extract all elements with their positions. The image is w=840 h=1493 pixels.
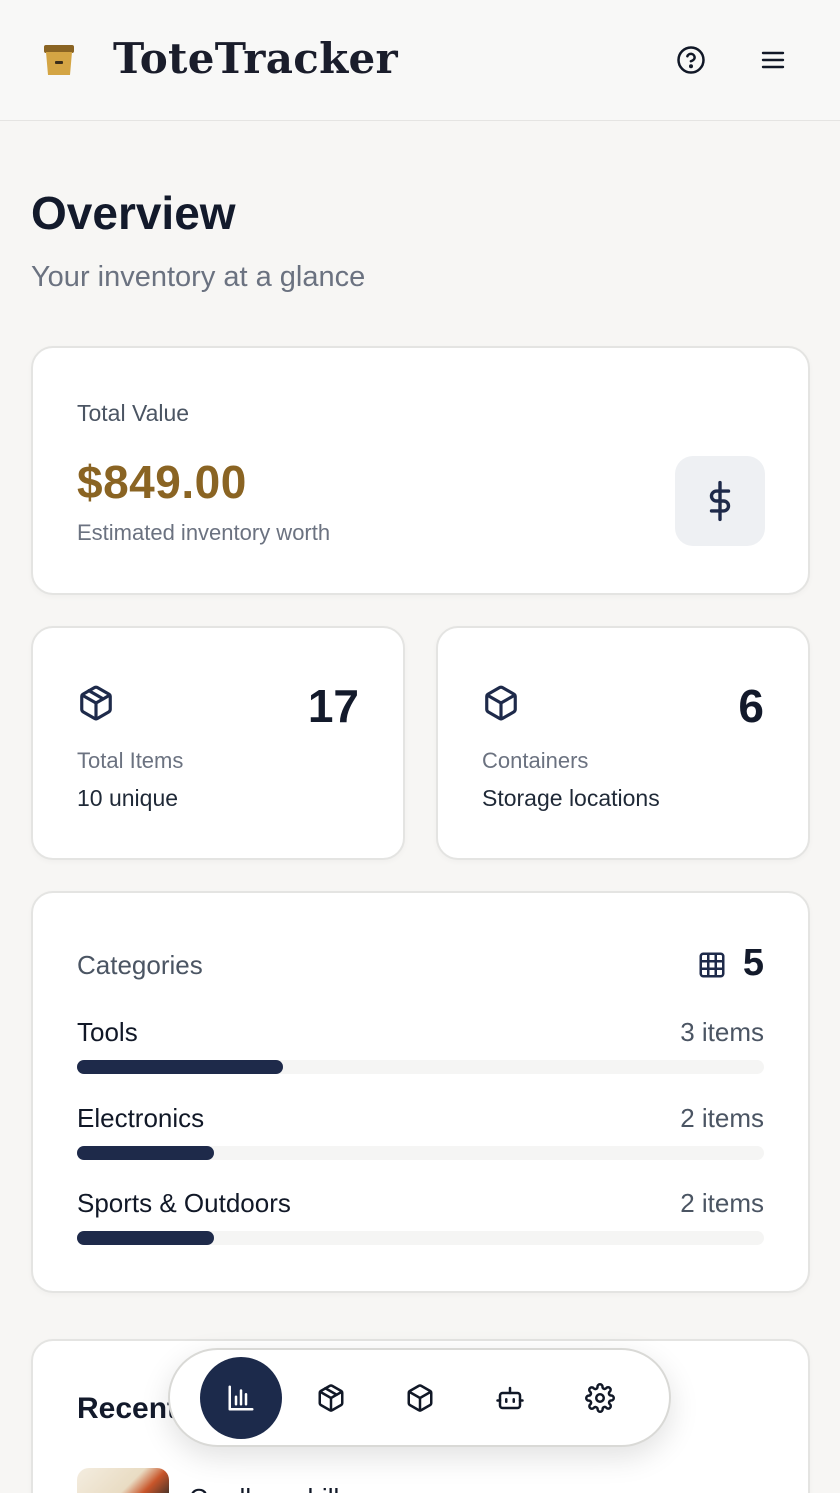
help-button[interactable] [673, 42, 709, 78]
page-subtitle: Your inventory at a glance [31, 261, 366, 293]
category-qty: 2 items [680, 1188, 764, 1218]
app-header: ToteTracker [0, 0, 840, 121]
menu-button[interactable] [755, 42, 791, 78]
settings-gear-icon [585, 1383, 615, 1413]
category-bar-fill [77, 1231, 215, 1245]
total-value-card: Total Value $849.00 Estimated inventory … [31, 346, 810, 595]
hamburger-menu-icon [761, 51, 785, 69]
category-row-electronics[interactable]: Electronics 2 items [77, 1103, 764, 1160]
category-name: Electronics [77, 1103, 205, 1133]
containers-label: Containers [482, 748, 589, 773]
total-value-amount: $849.00 [77, 456, 247, 508]
grid-icon [699, 952, 725, 978]
robot-icon [496, 1386, 524, 1410]
total-value-note: Estimated inventory worth [77, 520, 331, 545]
total-items-count: 17 [307, 680, 359, 732]
containers-sub: Storage locations [482, 785, 660, 811]
recent-title: Recent [77, 1392, 178, 1425]
package-icon [318, 1384, 344, 1412]
category-bar-track [77, 1146, 764, 1160]
nav-assistant[interactable] [469, 1357, 551, 1439]
help-circle-icon [677, 46, 705, 74]
box-icon [485, 685, 517, 721]
tote-box-icon [44, 45, 74, 75]
categories-title: Categories [77, 950, 203, 980]
bottom-nav [168, 1348, 671, 1447]
bar-chart-icon [228, 1385, 254, 1411]
dollar-icon [709, 480, 731, 522]
category-bar-fill [77, 1146, 215, 1160]
nav-overview[interactable] [200, 1357, 282, 1439]
package-icon [80, 685, 112, 721]
containers-card[interactable]: 6 Containers Storage locations [436, 626, 810, 860]
containers-count: 6 [738, 680, 764, 732]
category-name: Tools [77, 1017, 138, 1047]
total-items-card[interactable]: 17 Total Items 10 unique [31, 626, 405, 860]
app-title: ToteTracker [113, 34, 398, 83]
category-bar-track [77, 1231, 764, 1245]
categories-count: 5 [742, 942, 764, 984]
category-row-sports-outdoors[interactable]: Sports & Outdoors 2 items [77, 1188, 764, 1245]
total-items-label: Total Items [77, 748, 184, 773]
categories-card: Categories 5 Tools 3 items Electronics 2… [31, 891, 810, 1293]
dollar-badge [675, 456, 765, 546]
total-items-unique: 10 unique [77, 785, 179, 811]
category-row-tools[interactable]: Tools 3 items [77, 1017, 764, 1074]
category-bar-track [77, 1060, 764, 1074]
nav-items[interactable] [290, 1357, 372, 1439]
category-bar-fill [77, 1060, 284, 1074]
category-qty: 3 items [680, 1017, 764, 1047]
nav-settings[interactable] [559, 1357, 641, 1439]
box-icon [407, 1384, 433, 1412]
page-title: Overview [31, 187, 236, 239]
recent-item-name[interactable]: Cordless drill [189, 1483, 339, 1493]
nav-containers[interactable] [379, 1357, 461, 1439]
total-value-label: Total Value [77, 400, 190, 426]
recent-item-thumbnail[interactable] [77, 1468, 169, 1493]
category-qty: 2 items [680, 1103, 764, 1133]
category-name: Sports & Outdoors [77, 1188, 291, 1218]
